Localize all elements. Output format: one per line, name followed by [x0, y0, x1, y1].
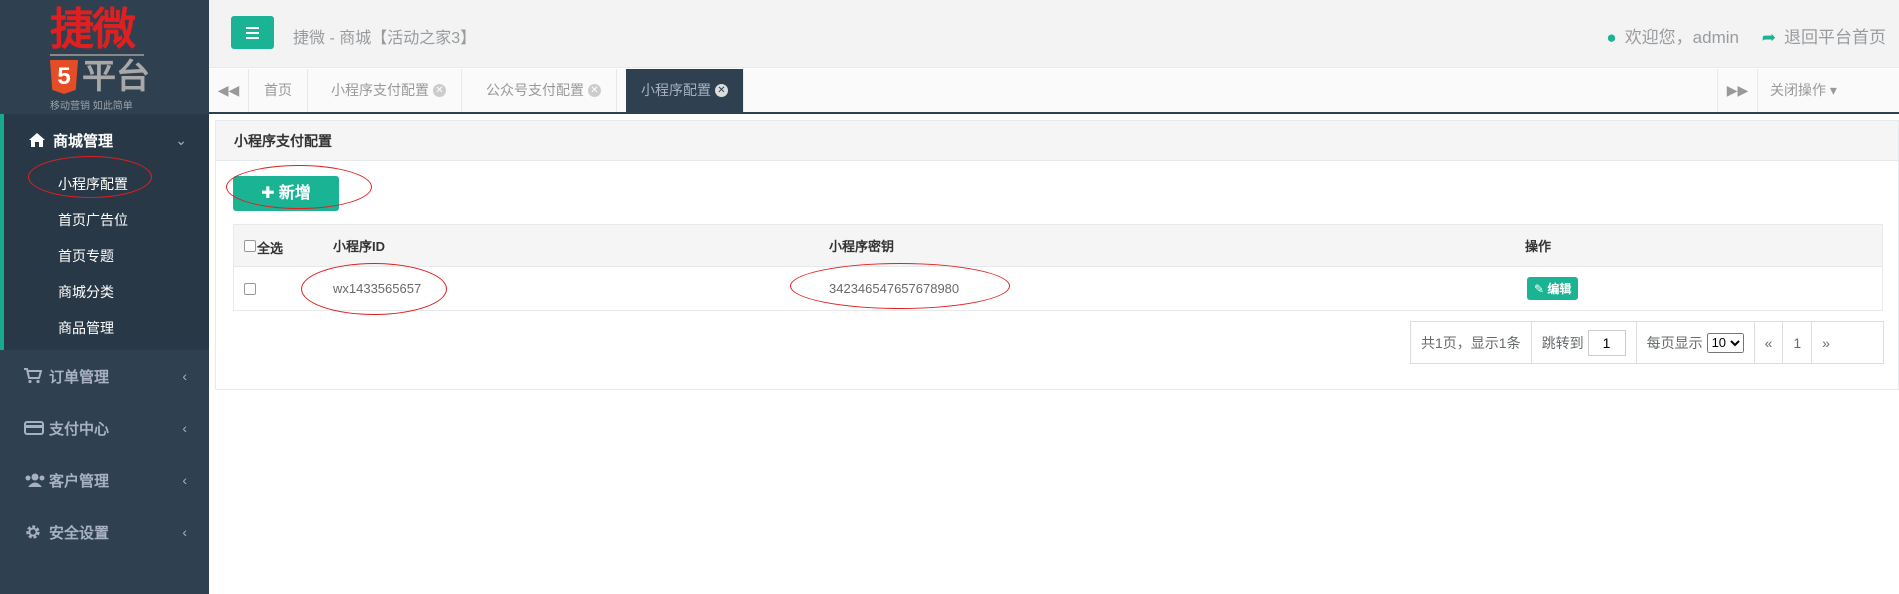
sidebar-group-mall: 商城管理 ⌄ 小程序配置 首页广告位 首页专题 商城分类 商品管理: [0, 114, 209, 350]
pager-summary: 共1页，显示1条: [1411, 322, 1532, 363]
sidebar-item-security[interactable]: 安全设置 ‹: [0, 506, 209, 558]
sidebar-item-label: 客户管理: [49, 472, 110, 490]
sidebar-item-label: 安全设置: [49, 524, 110, 542]
menu-toggle-button[interactable]: [231, 16, 274, 49]
cell-app-secret: 342346547657678980: [829, 281, 960, 296]
back-to-platform-link[interactable]: ➦ 退回平台首页: [1762, 23, 1886, 48]
pager-next-button[interactable]: »: [1812, 322, 1840, 363]
row-checkbox-cell: [244, 267, 256, 310]
close-operations-dropdown[interactable]: 关闭操作 ▾: [1757, 69, 1899, 112]
tab-label: 首页: [264, 82, 292, 98]
user-icon: ●: [1606, 28, 1617, 47]
pager-prev-button[interactable]: «: [1755, 322, 1784, 363]
per-page-label: 每页显示: [1646, 334, 1703, 351]
jump-label: 跳转到: [1541, 334, 1584, 351]
html5-shield-icon: 5: [50, 60, 78, 94]
users-icon: [24, 472, 45, 488]
tab-official-account-payment-config[interactable]: 公众号支付配置 ✕: [471, 69, 617, 112]
credit-card-icon: [24, 420, 44, 436]
tab-home[interactable]: 首页: [249, 69, 308, 112]
tab-miniprogram-config[interactable]: 小程序配置 ✕: [626, 69, 744, 112]
cell-ops: ✎ 编辑: [1527, 267, 1579, 310]
back-label: 退回平台首页: [1784, 28, 1886, 47]
close-ops-label: 关闭操作: [1770, 82, 1826, 98]
close-tab-icon[interactable]: ✕: [588, 83, 601, 97]
sidebar-item-label: 商城管理: [53, 132, 114, 150]
close-tab-icon[interactable]: ✕: [715, 83, 728, 97]
sidebar-item-payment[interactable]: 支付中心 ‹: [0, 402, 209, 454]
top-navbar: 捷微 - 商城【活动之家3】 ● 欢迎您，admin ➦ 退回平台首页: [209, 0, 1899, 68]
tab-label: 小程序支付配置: [331, 82, 429, 98]
select-all-label: 全选: [257, 241, 284, 256]
chevron-left-icon: ‹: [182, 524, 187, 540]
pagination: 共1页，显示1条 跳转到 每页显示 10 « 1 »: [1410, 321, 1884, 364]
content-panel: 小程序支付配置 ✚ 新增 全选 小程序ID 小程序密钥 操作 wx1433565…: [215, 120, 1899, 390]
tab-miniprogram-payment-config[interactable]: 小程序支付配置 ✕: [316, 69, 462, 112]
caret-down-icon: ▾: [1826, 82, 1837, 98]
double-chevron-left-icon: ◀◀: [217, 82, 240, 98]
chevron-down-icon: ⌄: [175, 132, 187, 148]
table-row: wx1433565657 342346547657678980 ✎ 编辑: [234, 267, 1882, 310]
logo-slogan: 移动营销 如此简单: [50, 101, 133, 112]
cell-app-id: wx1433565657: [333, 281, 422, 296]
plus-icon: ✚: [261, 185, 279, 202]
column-header-app-secret: 小程序密钥: [829, 239, 895, 254]
gear-icon: [24, 524, 44, 540]
logo-sub: 平台: [82, 58, 150, 96]
double-chevron-right-icon: ▶▶: [1726, 82, 1749, 98]
logo: 捷微 5 平台 移动营销 如此简单: [0, 0, 209, 114]
home-icon: [28, 132, 48, 148]
sidebar-subitem-miniprogram-config[interactable]: 小程序配置: [4, 166, 209, 202]
edit-icon: ✎: [1534, 282, 1548, 296]
tab-label: 公众号支付配置: [486, 82, 584, 98]
select-all-cell: 全选: [244, 225, 283, 266]
select-all-checkbox[interactable]: [244, 239, 256, 252]
sidebar-subitem-home-ads[interactable]: 首页广告位: [4, 202, 209, 238]
sidebar-item-label: 订单管理: [49, 368, 110, 386]
sidebar: 捷微 5 平台 移动营销 如此简单 商城管理 ⌄ 小程序配置 首页广告位 首页专…: [0, 0, 209, 594]
pager-jump: 跳转到: [1532, 322, 1637, 363]
page-title: 捷微 - 商城【活动之家3】: [293, 30, 477, 47]
add-label: 新增: [278, 185, 311, 202]
sidebar-item-orders[interactable]: 订单管理 ‹: [0, 350, 209, 402]
column-header-ops: 操作: [1525, 239, 1552, 254]
pager-per-page: 每页显示 10: [1637, 322, 1755, 363]
sidebar-item-label: 支付中心: [49, 420, 110, 438]
tabs-scroll-right-button[interactable]: ▶▶: [1717, 69, 1757, 112]
per-page-select[interactable]: 10: [1706, 332, 1744, 353]
sign-out-icon: ➦: [1761, 28, 1776, 47]
tabs-scroll-left-button[interactable]: ◀◀: [209, 69, 249, 112]
cart-icon: [24, 368, 44, 384]
chevron-left-icon: ‹: [182, 472, 187, 488]
sidebar-subitem-products[interactable]: 商品管理: [4, 310, 209, 346]
pager-page-1[interactable]: 1: [1783, 322, 1813, 363]
close-tab-icon[interactable]: ✕: [433, 83, 446, 97]
welcome-text: 欢迎您，admin: [1624, 28, 1739, 47]
column-header-app-id: 小程序ID: [333, 239, 386, 254]
edit-label: 编辑: [1547, 282, 1572, 296]
content-tabs: ◀◀ 首页 小程序支付配置 ✕ 公众号支付配置 ✕ 小程序配置 ✕ ▶▶ 关闭操作 ▾: [209, 69, 1899, 114]
jump-page-input[interactable]: [1587, 329, 1626, 356]
config-table: 全选 小程序ID 小程序密钥 操作 wx1433565657 342346547…: [233, 224, 1883, 311]
logo-brand: 捷微: [50, 4, 136, 55]
tab-label: 小程序配置: [641, 82, 711, 98]
edit-button[interactable]: ✎ 编辑: [1527, 277, 1579, 300]
add-button[interactable]: ✚ 新增: [233, 176, 339, 211]
sidebar-subitem-mall-categories[interactable]: 商城分类: [4, 274, 209, 310]
table-header: 全选 小程序ID 小程序密钥 操作: [234, 225, 1882, 267]
welcome-user: ● 欢迎您，admin: [1606, 23, 1739, 48]
sidebar-item-mall[interactable]: 商城管理 ⌄: [4, 114, 209, 166]
row-checkbox[interactable]: [244, 282, 256, 295]
sidebar-subitem-home-topics[interactable]: 首页专题: [4, 238, 209, 274]
chevron-left-icon: ‹: [182, 368, 187, 384]
chevron-left-icon: ‹: [182, 420, 187, 436]
logo-divider: [50, 54, 144, 56]
sidebar-item-customers[interactable]: 客户管理 ‹: [0, 454, 209, 506]
panel-title: 小程序支付配置: [216, 121, 1898, 161]
